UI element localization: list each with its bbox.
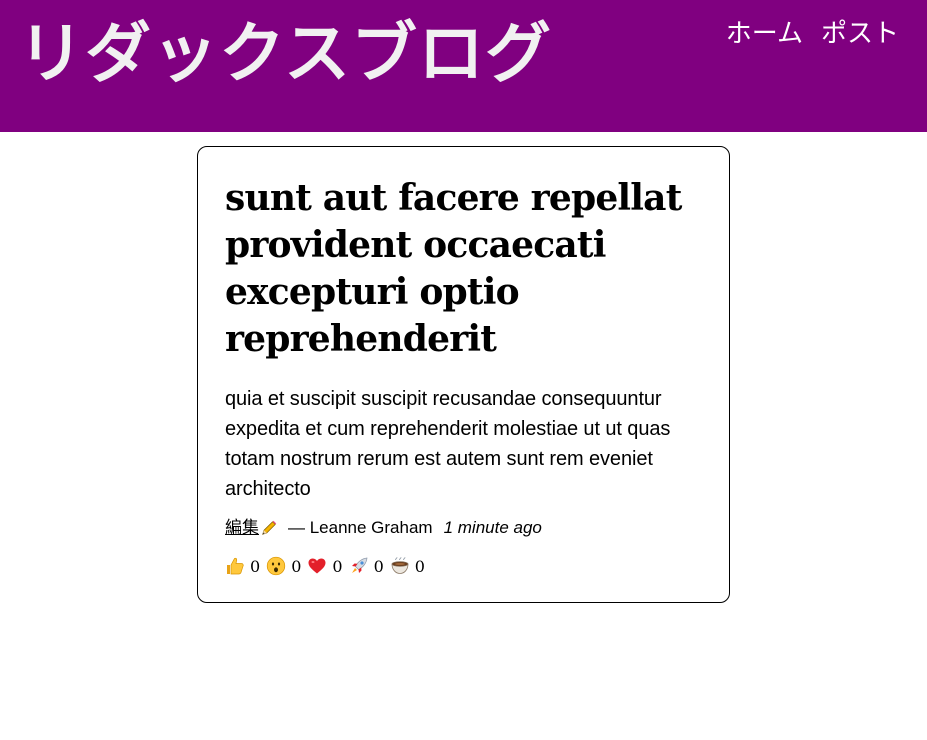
post-meta: 編集 — Leanne Graham 1 minute ago [225, 516, 702, 540]
main-nav: ホーム ポスト [726, 18, 899, 52]
reaction-surprised-button[interactable]: 0 [266, 556, 301, 576]
post-body: quia et suscipit suscipit recusandae con… [225, 388, 671, 500]
thumbs-up-icon [227, 557, 244, 575]
surprised-face-icon [267, 556, 286, 576]
nav-link-home[interactable]: ホーム [726, 18, 803, 52]
site-header: リダックスブログ ホーム ポスト [0, 0, 927, 132]
reaction-coffee-button[interactable]: 0 [390, 556, 425, 576]
reaction-buttons: 0 0 0 0 0 [225, 556, 702, 576]
reaction-rocket-button[interactable]: 0 [349, 556, 384, 576]
reaction-count-heart: 0 [332, 556, 343, 576]
reaction-count-coffee: 0 [414, 556, 425, 576]
reaction-thumbs-up-button[interactable]: 0 [225, 556, 260, 576]
edit-post-link[interactable]: 編集 [225, 516, 278, 540]
reaction-count-surprised: 0 [291, 556, 302, 576]
post-timestamp: 1 minute ago [443, 518, 542, 537]
pencil-icon [262, 520, 277, 535]
rocket-icon [351, 557, 367, 573]
heart-icon [308, 558, 326, 574]
post-author: — Leanne Graham [288, 518, 433, 537]
nav-link-posts[interactable]: ポスト [821, 18, 899, 52]
edit-label: 編集 [225, 518, 259, 537]
reaction-heart-button[interactable]: 0 [307, 556, 343, 576]
reaction-count-thumbs-up: 0 [250, 556, 261, 576]
reaction-count-rocket: 0 [373, 556, 384, 576]
post-title: sunt aut facere repellat provident occae… [225, 177, 682, 360]
coffee-icon [391, 557, 409, 574]
post-card: sunt aut facere repellat provident occae… [197, 146, 730, 603]
site-title: リダックスブログ [18, 15, 553, 92]
